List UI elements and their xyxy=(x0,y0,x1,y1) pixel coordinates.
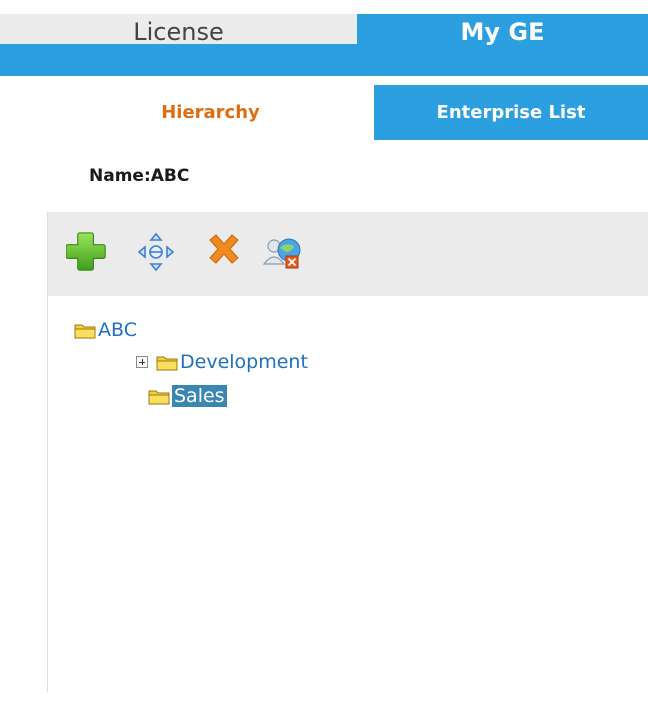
tab-band xyxy=(0,44,648,76)
toolbar xyxy=(48,212,648,296)
name-label: Name:ABC xyxy=(89,166,190,186)
folder-icon xyxy=(74,322,96,339)
tree-node-label: ABC xyxy=(98,319,137,341)
tab-my-ge-label: My GE xyxy=(460,18,545,46)
tab-enterprise-list[interactable]: Enterprise List xyxy=(374,85,648,140)
add-icon[interactable] xyxy=(65,230,106,274)
tab-hierarchy-label: Hierarchy xyxy=(161,102,260,123)
tab-license-label: License xyxy=(133,18,224,46)
folder-icon xyxy=(148,388,170,405)
remove-user-icon[interactable] xyxy=(262,230,302,274)
tab-hierarchy[interactable]: Hierarchy xyxy=(47,85,374,140)
tab-my-ge[interactable]: My GE xyxy=(357,14,648,46)
top-tabs: License My GE xyxy=(0,14,648,46)
folder-icon xyxy=(156,354,178,371)
tree-node-label: Sales xyxy=(172,385,227,407)
tab-license[interactable]: License xyxy=(0,14,357,46)
tab-enterprise-list-label: Enterprise List xyxy=(436,102,586,123)
delete-icon[interactable] xyxy=(204,230,244,274)
tree-node-root[interactable]: ABC xyxy=(74,318,137,342)
tree-node-development[interactable]: Development xyxy=(136,350,308,374)
expand-icon[interactable] xyxy=(136,356,148,368)
move-icon[interactable] xyxy=(136,230,176,274)
tree-node-label: Development xyxy=(180,351,308,373)
tree-node-sales[interactable]: Sales xyxy=(148,384,227,408)
